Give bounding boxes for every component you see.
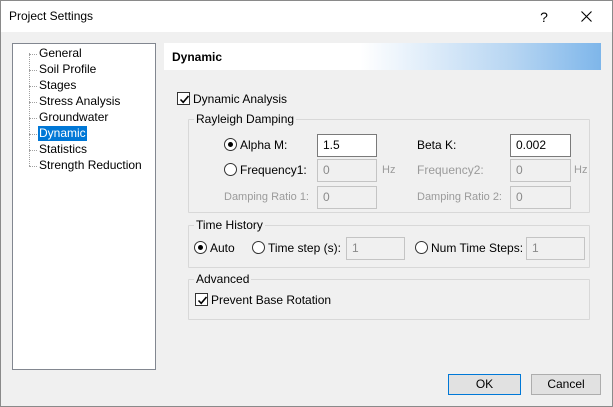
frequency1-label[interactable]: Frequency1:	[240, 163, 307, 177]
damping-ratio1-label: Damping Ratio 1:	[224, 191, 309, 203]
frequency2-label: Frequency2:	[417, 163, 484, 177]
beta-input[interactable]: 0.002	[510, 134, 571, 157]
window-title: Project Settings	[9, 9, 94, 23]
tree-item-label: Stress Analysis	[39, 94, 121, 108]
tree-connector	[29, 118, 37, 119]
rayleigh-damping-title: Rayleigh Damping	[194, 112, 297, 126]
tree-connector	[29, 54, 37, 55]
tree-item-label: Dynamic	[38, 126, 87, 141]
alpha-label[interactable]: Alpha M:	[240, 138, 287, 152]
tree-item-label: Groundwater	[39, 110, 109, 124]
tree-item-label: Stages	[39, 78, 77, 92]
close-icon	[580, 11, 592, 22]
num-time-steps-input[interactable]: 1	[526, 237, 585, 260]
auto-radio[interactable]	[194, 241, 207, 254]
tree-item-label: Soil Profile	[39, 62, 97, 76]
tree-item-label: Statistics	[39, 142, 88, 156]
time-step-input[interactable]: 1	[346, 237, 405, 260]
checkmark-icon	[197, 296, 208, 305]
tree-connector	[29, 166, 37, 167]
advanced-title: Advanced	[194, 272, 252, 286]
ok-button[interactable]: OK	[448, 374, 521, 395]
damping-ratio1-input[interactable]: 0	[317, 186, 377, 209]
alpha-input[interactable]: 1.5	[317, 134, 377, 157]
dynamic-analysis-label[interactable]: Dynamic Analysis	[193, 92, 287, 106]
help-button[interactable]: ?	[534, 7, 554, 27]
damping-ratio2-label: Damping Ratio 2:	[417, 191, 502, 203]
tree-connector	[29, 70, 37, 71]
tree-item-label: Strength Reduction	[39, 158, 142, 172]
prevent-base-rotation-label[interactable]: Prevent Base Rotation	[211, 293, 331, 307]
checkmark-icon	[179, 95, 190, 104]
prevent-base-rotation-checkbox[interactable]	[195, 293, 208, 306]
tree-connector	[29, 86, 37, 87]
num-time-steps-label[interactable]: Num Time Steps:	[431, 241, 523, 255]
frequency1-unit: Hz	[382, 164, 396, 176]
time-history-title: Time History	[194, 218, 265, 232]
frequency2-unit: Hz	[574, 164, 588, 176]
tree-connector	[29, 134, 37, 135]
num-time-steps-radio[interactable]	[415, 241, 428, 254]
project-settings-dialog: Project Settings ? General Soil Profile …	[0, 0, 613, 407]
auto-label[interactable]: Auto	[210, 241, 235, 255]
frequency1-input[interactable]: 0	[317, 159, 377, 182]
close-button[interactable]	[575, 7, 597, 27]
panel-title: Dynamic	[172, 50, 223, 64]
time-step-radio[interactable]	[252, 241, 265, 254]
alpha-radio[interactable]	[224, 138, 237, 151]
frequency2-input[interactable]: 0	[510, 159, 571, 182]
tree-item-label: General	[39, 46, 82, 60]
tree-connector	[29, 102, 37, 103]
beta-label: Beta K:	[417, 138, 457, 152]
damping-ratio2-input[interactable]: 0	[510, 186, 571, 209]
time-step-label[interactable]: Time step (s):	[268, 241, 341, 255]
cancel-button[interactable]: Cancel	[531, 374, 601, 395]
tree-connector	[29, 150, 37, 151]
panel-header: Dynamic	[164, 43, 601, 70]
settings-tree: General Soil Profile Stages Stress Analy…	[12, 43, 156, 370]
dynamic-analysis-checkbox[interactable]	[177, 92, 190, 105]
title-bar: Project Settings ?	[1, 1, 612, 32]
frequency1-radio[interactable]	[224, 163, 237, 176]
